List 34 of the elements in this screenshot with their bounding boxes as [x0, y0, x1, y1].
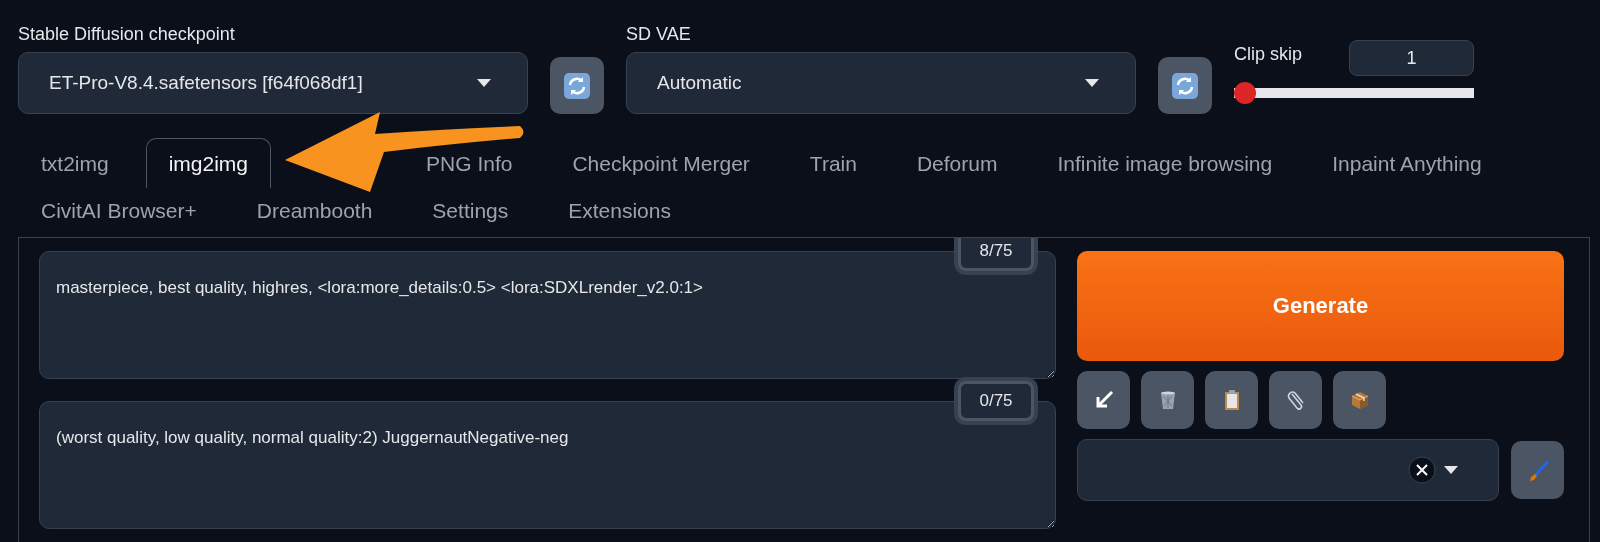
clear-icon[interactable]: [1408, 456, 1436, 484]
tool-button[interactable]: [1205, 371, 1258, 429]
checkpoint-dropdown[interactable]: ET-Pro-V8.4.safetensors [f64f068df1]: [18, 52, 528, 114]
tool-button[interactable]: [1269, 371, 1322, 429]
refresh-icon: [563, 71, 591, 100]
tab[interactable]: Checkpoint Merger: [549, 148, 773, 178]
number-field[interactable]: 1: [1349, 40, 1474, 76]
tab[interactable]: Deforum: [893, 148, 1021, 178]
tab[interactable]: Extensions: [545, 195, 694, 225]
tab[interactable]: Inpaint Anything: [1309, 148, 1505, 178]
field-label: SD VAE: [626, 24, 692, 46]
vae-dropdown[interactable]: Automatic: [626, 52, 1136, 114]
refresh-button[interactable]: [550, 57, 604, 114]
slider-thumb[interactable]: [1234, 82, 1256, 104]
caret-icon: [1444, 466, 1458, 474]
tab[interactable]: Settings: [409, 195, 532, 225]
refresh-button[interactable]: [1158, 57, 1212, 114]
tab[interactable]: PNG Info: [403, 148, 536, 178]
brush-button[interactable]: [1511, 441, 1564, 499]
caret-icon: [477, 79, 491, 87]
tool-button[interactable]: [1141, 371, 1194, 429]
tool-button[interactable]: [1077, 371, 1130, 429]
tab[interactable]: Infinite image browsing: [1034, 148, 1296, 178]
field-label: Clip skip: [1234, 44, 1303, 66]
tab[interactable]: txt2img: [18, 148, 132, 178]
caret-icon: [1085, 79, 1099, 87]
field-label: Stable Diffusion checkpoint: [18, 24, 236, 46]
tab[interactable]: CivitAI Browser+: [18, 195, 220, 225]
selected-value: Automatic: [657, 72, 742, 94]
tab[interactable]: Train: [786, 148, 880, 178]
selected-value: ET-Pro-V8.4.safetensors [f64f068df1]: [49, 72, 363, 94]
tab[interactable]: img2img: [145, 138, 272, 188]
tab[interactable]: Dreambooth: [233, 195, 396, 225]
refresh-icon: [1171, 71, 1199, 100]
